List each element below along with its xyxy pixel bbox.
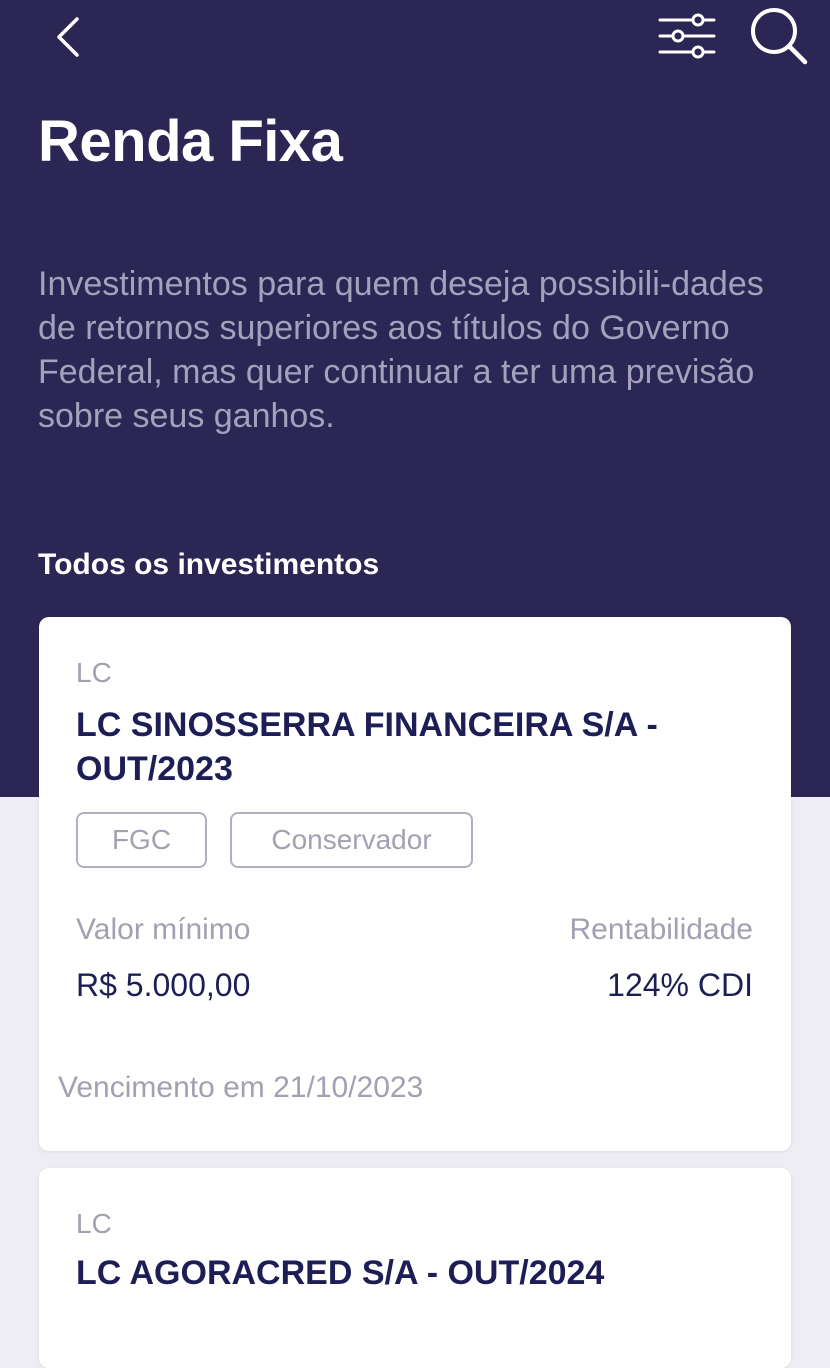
back-button[interactable]	[46, 12, 92, 62]
return-value: 124% CDI	[607, 967, 753, 1003]
chevron-left-icon	[57, 17, 79, 57]
search-button[interactable]	[748, 4, 810, 66]
investment-category: LC	[76, 657, 112, 688]
maturity-date: Vencimento em 21/10/2023	[58, 1071, 424, 1104]
search-icon	[751, 8, 808, 65]
sliders-icon	[658, 13, 716, 59]
page-description: Investimentos para quem deseja possibili…	[38, 265, 764, 435]
investment-name: LC SINOSSERRA FINANCEIRA S/A - OUT/2023	[76, 706, 658, 788]
return-label: Rentabilidade	[569, 913, 753, 946]
page-title: Renda Fixa	[38, 109, 343, 174]
min-value: R$ 5.000,00	[76, 967, 251, 1003]
investment-category: LC	[76, 1208, 112, 1239]
investment-card[interactable]: LC LC AGORACRED S/A - OUT/2024	[39, 1168, 791, 1368]
fgc-tag: FGC	[76, 812, 207, 868]
min-value-label: Valor mínimo	[76, 913, 251, 946]
investment-name: LC AGORACRED S/A - OUT/2024	[76, 1254, 605, 1292]
filter-button[interactable]	[656, 10, 718, 62]
section-title: Todos os investimentos	[38, 548, 380, 581]
risk-profile-tag: Conservador	[230, 812, 473, 868]
investment-card[interactable]: LC LC SINOSSERRA FINANCEIRA S/A - OUT/20…	[39, 617, 791, 1151]
